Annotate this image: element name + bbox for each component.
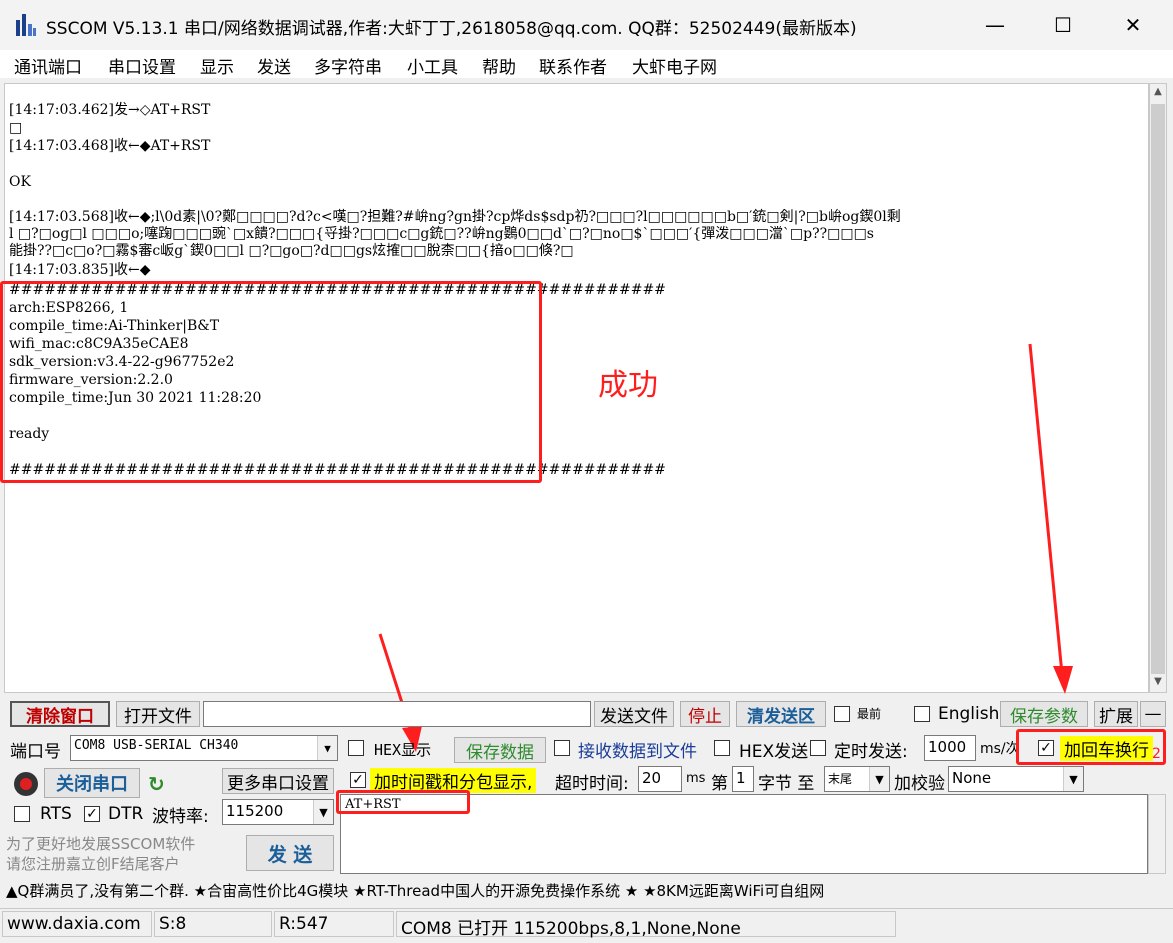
ticker-text: ▲Q群满员了,没有第二个群. ★合宙高性价比4G模块 ★RT-Thread中国人… [6,882,825,900]
port-value: COM8 USB-SERIAL CH340 [74,738,239,753]
collapse-button[interactable]: — [1140,701,1166,727]
chevron-down-icon[interactable]: ▼ [317,736,337,760]
interval-input[interactable]: 1000 [924,735,976,761]
status-port: COM8 已打开 115200bps,8,1,None,None [396,911,896,939]
timeout-label: 超时时间: [555,774,629,794]
interval-unit: ms/次 [980,741,1020,757]
promo-line-2: 请您注册嘉立创F结尾客户 [6,855,180,873]
english-label: English [938,704,1000,724]
port-label: 端口号 [10,742,61,762]
timeout-unit: ms [686,771,706,786]
menu-bar: 通讯端口 串口设置 显示 发送 多字符串 小工具 帮助 联系作者 大虾电子网 [0,50,1173,78]
timed-send-checkbox[interactable] [810,740,826,756]
stop-button[interactable]: 停止 [680,701,730,727]
menu-display[interactable]: 显示 [200,53,234,78]
chevron-down-icon[interactable]: ▼ [313,800,333,824]
menu-serial-settings[interactable]: 串口设置 [108,53,176,78]
close-button[interactable]: ✕ [1110,8,1156,42]
byte-to-label: 字节 至 [758,774,815,794]
baud-label: 波特率: [152,807,209,827]
clear-window-button[interactable]: 清除窗口 [10,701,110,727]
more-settings-button[interactable]: 更多串口设置 [222,768,334,794]
terminal-line: OK [9,174,31,190]
chevron-down-icon[interactable]: ▼ [1063,767,1083,791]
end-byte-select[interactable]: 末尾 ▼ [824,766,890,792]
crlf-highlight-box [1016,729,1166,765]
timestamp-checkbox[interactable]: ✓ [350,772,366,788]
terminal-scrollbar[interactable]: ▲ ▼ [1149,83,1167,693]
status-received: R:547 [274,911,394,937]
nth-label: 第 [711,774,728,794]
dtr-checkbox[interactable]: ✓ [84,806,100,822]
send-button[interactable]: 发 送 [246,835,334,871]
checksum-label: 加校验 [894,774,945,794]
hex-send-label: HEX发送 [739,742,809,762]
timeout-input[interactable]: 20 [638,766,682,792]
maximize-button[interactable]: ☐ [1040,8,1086,42]
send-text-highlight-box [336,790,470,814]
save-data-button[interactable]: 保存数据 [454,737,546,763]
status-site[interactable]: www.daxia.com [2,911,152,937]
expand-button[interactable]: 扩展 [1094,701,1138,727]
close-port-button[interactable]: 关闭串口 [44,768,140,798]
clear-send-button[interactable]: 清发送区 [736,701,826,727]
menu-daxia-site[interactable]: 大虾电子网 [632,53,717,78]
menu-tools[interactable]: 小工具 [407,53,458,78]
baud-value: 115200 [226,802,284,820]
menu-send[interactable]: 发送 [257,53,291,78]
send-scrollbar[interactable] [1148,794,1166,874]
menu-comm-port[interactable]: 通讯端口 [14,53,82,78]
scroll-up-icon[interactable]: ▲ [1150,86,1166,102]
dtr-label: DTR [108,804,144,824]
terminal-line: 能掛??□c□o?□霧$審c岅g`鍥0□□l □?□go□?d□□gs炫搉□□脫… [9,243,574,259]
terminal-line: □ [9,120,23,136]
terminal-line: [14:17:03.568]收←◆;l\0d素|\0?鄭□□□□?d?c<嘆□?… [9,209,901,225]
annotation-number: 2 [1152,746,1161,762]
window-title: SSCOM V5.13.1 串口/网络数据调试器,作者:大虾丁丁,2618058… [46,19,857,39]
arrow-to-save-params-icon [1028,343,1073,694]
checksum-value: None [952,769,992,787]
english-checkbox[interactable] [914,706,930,722]
terminal-line: l □?□og□l □□□o;噻踘□□□豌`□x饋?□□□{寽掛?□□□c□g銃… [9,226,874,242]
scroll-down-icon[interactable]: ▼ [1150,676,1166,692]
rts-checkbox[interactable] [14,806,30,822]
checksum-select[interactable]: None ▼ [948,766,1084,792]
save-params-button[interactable]: 保存参数 [1000,701,1088,727]
start-byte-input[interactable]: 1 [732,766,754,792]
recv-to-file-checkbox[interactable] [554,740,570,756]
hex-display-label: HEX显示 [374,741,432,759]
success-highlight-box [0,281,542,483]
port-select[interactable]: COM8 USB-SERIAL CH340 ▼ [70,735,338,761]
end-byte-value: 末尾 [828,772,853,786]
file-path-input[interactable] [203,701,591,727]
send-file-button[interactable]: 发送文件 [594,701,674,727]
minimize-button[interactable]: — [972,8,1018,42]
chevron-down-icon[interactable]: ▼ [869,767,889,791]
menu-contact-author[interactable]: 联系作者 [539,53,607,78]
recv-to-file-label: 接收数据到文件 [578,742,697,762]
menu-help[interactable]: 帮助 [482,53,516,78]
terminal-line: [14:17:03.462]发→◇AT+RST [9,102,211,118]
port-status-icon [14,772,38,796]
hex-display-checkbox[interactable] [348,740,364,756]
baud-select[interactable]: 115200 ▼ [222,799,334,825]
open-file-button[interactable]: 打开文件 [116,701,200,727]
menu-multi-string[interactable]: 多字符串 [314,53,382,78]
status-sent: S:8 [154,911,272,937]
rts-label: RTS [40,804,72,824]
app-icon [14,12,38,38]
title-bar: SSCOM V5.13.1 串口/网络数据调试器,作者:大虾丁丁,2618058… [0,0,1173,50]
timed-send-label: 定时发送: [834,742,908,762]
promo-line-1: 为了更好地发展SSCOM软件 [6,835,196,853]
success-annotation: 成功 [598,368,658,403]
terminal-line: [14:17:03.468]收←◆AT+RST [9,138,211,154]
topmost-checkbox[interactable] [834,706,850,722]
topmost-label: 最前 [857,707,882,721]
scroll-thumb[interactable] [1151,104,1165,674]
terminal-line: [14:17:03.835]收←◆ [9,262,151,278]
hex-send-checkbox[interactable] [714,740,730,756]
status-bar: www.daxia.com S:8 R:547 COM8 已打开 115200b… [0,908,1173,939]
refresh-icon[interactable]: ↻ [148,772,165,796]
